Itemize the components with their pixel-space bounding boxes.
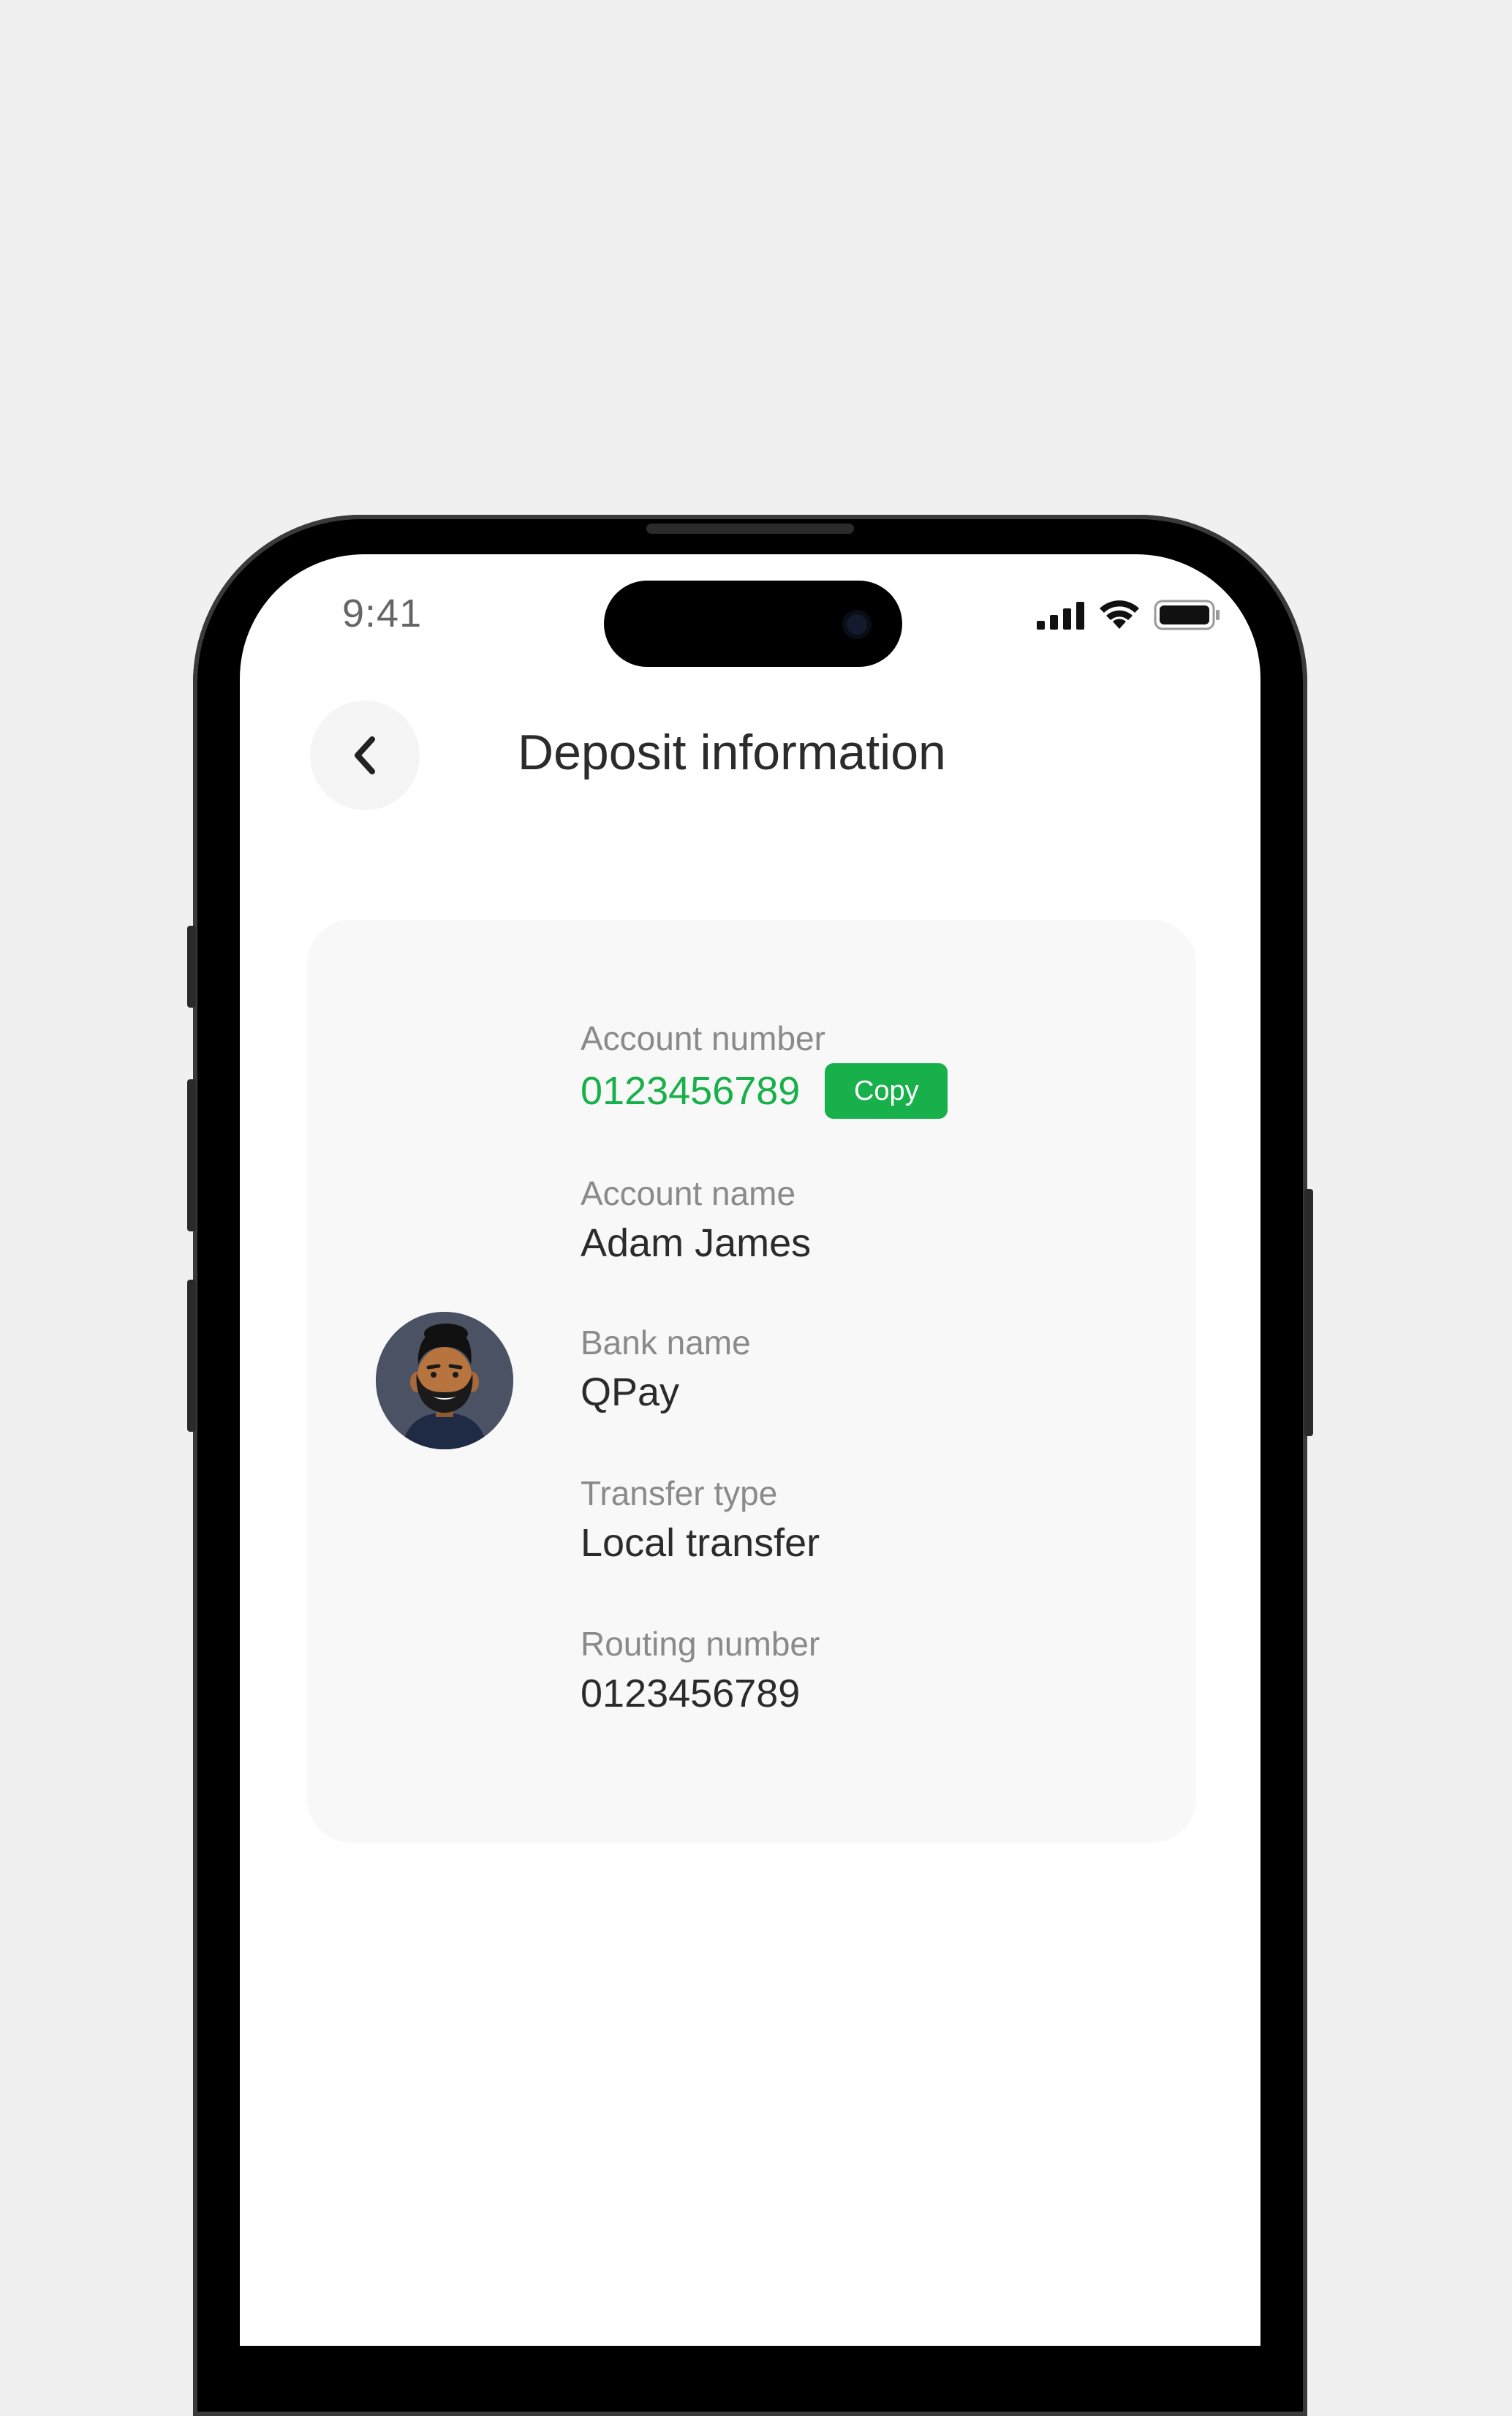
chevron-left-icon <box>355 736 375 774</box>
app-screen: 9:41 Deposit information Account number … <box>240 554 1260 2346</box>
battery-icon <box>1154 600 1220 630</box>
account-number-value: 0123456789 <box>581 1069 801 1113</box>
status-time: 9:41 <box>342 592 423 635</box>
account-name-label: Account name <box>581 1174 796 1212</box>
bank-name-field: Bank name QPay <box>581 1322 751 1417</box>
account-name-value: Adam James <box>581 1221 812 1265</box>
account-name-field: Account name Adam James <box>581 1173 811 1268</box>
account-number-label: Account number <box>581 1019 825 1057</box>
power-button <box>1304 1189 1313 1436</box>
transfer-type-field: Transfer type Local transfer <box>581 1473 820 1568</box>
transfer-type-value: Local transfer <box>581 1521 820 1565</box>
account-number-field: Account number 0123456789 Copy <box>581 1018 948 1119</box>
front-camera <box>842 610 872 639</box>
cellular-signal-icon <box>1037 602 1084 630</box>
routing-number-field: Routing number 0123456789 <box>581 1623 820 1718</box>
routing-number-value: 0123456789 <box>581 1672 801 1715</box>
routing-number-label: Routing number <box>581 1625 820 1663</box>
account-number-row: 0123456789 Copy <box>581 1063 948 1119</box>
volume-down-button <box>187 1280 196 1432</box>
deposit-info-card: Account number 0123456789 Copy Account n… <box>307 920 1196 1843</box>
mute-switch <box>187 926 196 1008</box>
user-avatar-icon <box>376 1312 513 1449</box>
dynamic-island <box>604 581 902 667</box>
phone-speaker <box>646 524 854 534</box>
page-title: Deposit information <box>518 725 946 780</box>
back-button[interactable] <box>310 701 420 810</box>
transfer-type-label: Transfer type <box>581 1474 778 1512</box>
copy-button[interactable]: Copy <box>825 1063 948 1119</box>
avatar <box>376 1312 513 1449</box>
volume-up-button <box>187 1079 196 1231</box>
status-icons <box>1037 600 1221 630</box>
bank-name-value: QPay <box>581 1370 680 1414</box>
wifi-icon <box>1100 600 1139 629</box>
bank-name-label: Bank name <box>581 1324 751 1362</box>
